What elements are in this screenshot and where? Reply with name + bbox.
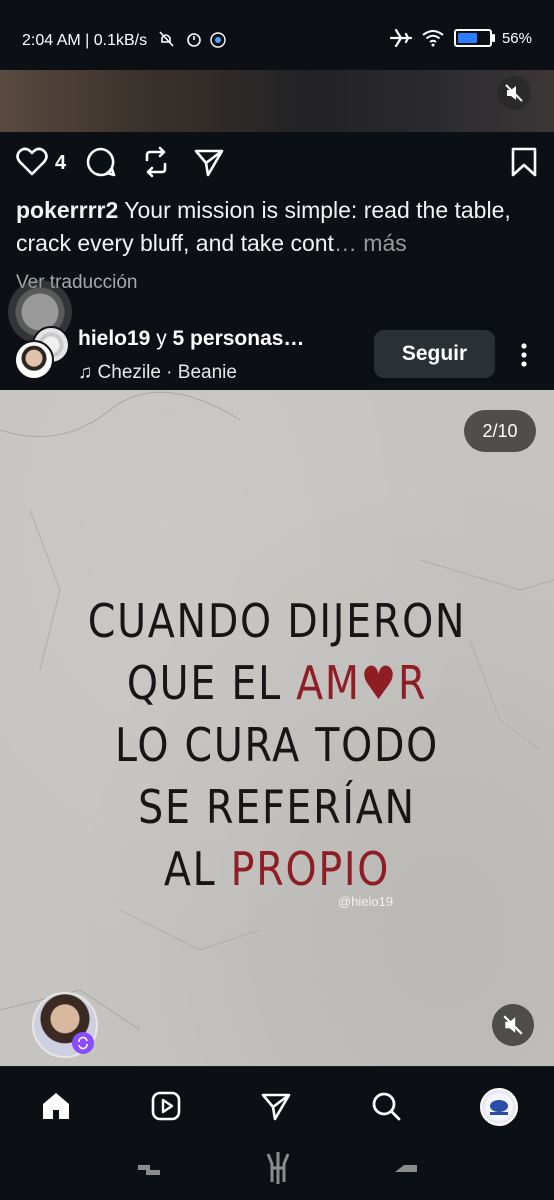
battery-percent: 56% xyxy=(501,29,532,47)
send-icon[interactable] xyxy=(260,1090,292,1122)
carousel-counter: 2/10 xyxy=(464,410,536,452)
caption-username[interactable]: pokerrrr2 xyxy=(16,197,118,223)
like-count[interactable]: 4 xyxy=(55,152,66,175)
post-authors[interactable]: hielo19 y 5 personas… xyxy=(78,327,304,351)
image-text-line-3: LO CURA TODO xyxy=(114,718,439,772)
back-icon[interactable] xyxy=(394,1162,418,1176)
follow-button[interactable]: Seguir xyxy=(374,330,495,378)
repost-icon[interactable] xyxy=(140,146,172,178)
post-music[interactable]: ♫ Chezile · Beanie xyxy=(78,362,237,384)
status-time: 2:04 AM | 0.1kB/s xyxy=(22,32,148,49)
author-avatar xyxy=(14,340,54,380)
recent-apps-icon[interactable] xyxy=(137,1162,161,1178)
home-icon[interactable] xyxy=(40,1090,72,1122)
mute-notifications-icon xyxy=(159,31,226,48)
music-note-icon: ♫ xyxy=(78,362,98,383)
authors-connector: y xyxy=(150,327,173,350)
image-text: CUANDO DIJERON QUE EL AM♥R LO CURA TODO … xyxy=(39,590,515,900)
post-caption[interactable]: pokerrrr2 Your mission is simple: read t… xyxy=(16,194,540,260)
remix-badge-icon xyxy=(72,1032,94,1054)
post-mute-button[interactable] xyxy=(492,1004,534,1046)
battery-icon xyxy=(453,29,495,47)
caption-more-link[interactable]: … más xyxy=(334,230,407,256)
image-text-line-1: CUANDO DIJERON xyxy=(87,594,467,648)
music-title: Chezile · Beanie xyxy=(97,362,237,383)
others-link[interactable]: 5 personas… xyxy=(173,327,305,350)
share-send-icon[interactable] xyxy=(193,146,225,178)
speaker-muted-icon xyxy=(503,1015,523,1035)
image-text-line-5: AL PROPIO xyxy=(163,842,391,896)
image-text-line-4: SE REFERÍAN xyxy=(138,780,416,834)
search-icon[interactable] xyxy=(370,1090,402,1122)
wifi-icon xyxy=(422,30,444,47)
save-bookmark-icon[interactable] xyxy=(510,146,538,178)
home-logo-icon[interactable] xyxy=(264,1152,292,1186)
comment-icon[interactable] xyxy=(85,146,117,178)
status-notification-icons xyxy=(158,30,238,52)
status-right-group: 56% xyxy=(389,29,532,47)
profile-avatar[interactable] xyxy=(480,1088,518,1126)
reels-icon[interactable] xyxy=(150,1090,182,1122)
airplane-icon xyxy=(389,29,412,47)
author-avatars[interactable] xyxy=(14,326,70,380)
previous-post-mute-button[interactable] xyxy=(497,76,531,110)
heart-icon[interactable] xyxy=(16,146,48,178)
speaker-muted-icon xyxy=(505,84,523,102)
post-actions-row: 4 xyxy=(0,142,554,186)
image-watermark: @hielo19 xyxy=(338,894,394,909)
previous-post-media[interactable] xyxy=(0,70,554,132)
author-username[interactable]: hielo19 xyxy=(78,327,150,350)
image-text-line-2: QUE EL AM♥R xyxy=(126,656,428,710)
more-options-icon[interactable] xyxy=(512,342,536,368)
profile-picture xyxy=(485,1093,513,1121)
